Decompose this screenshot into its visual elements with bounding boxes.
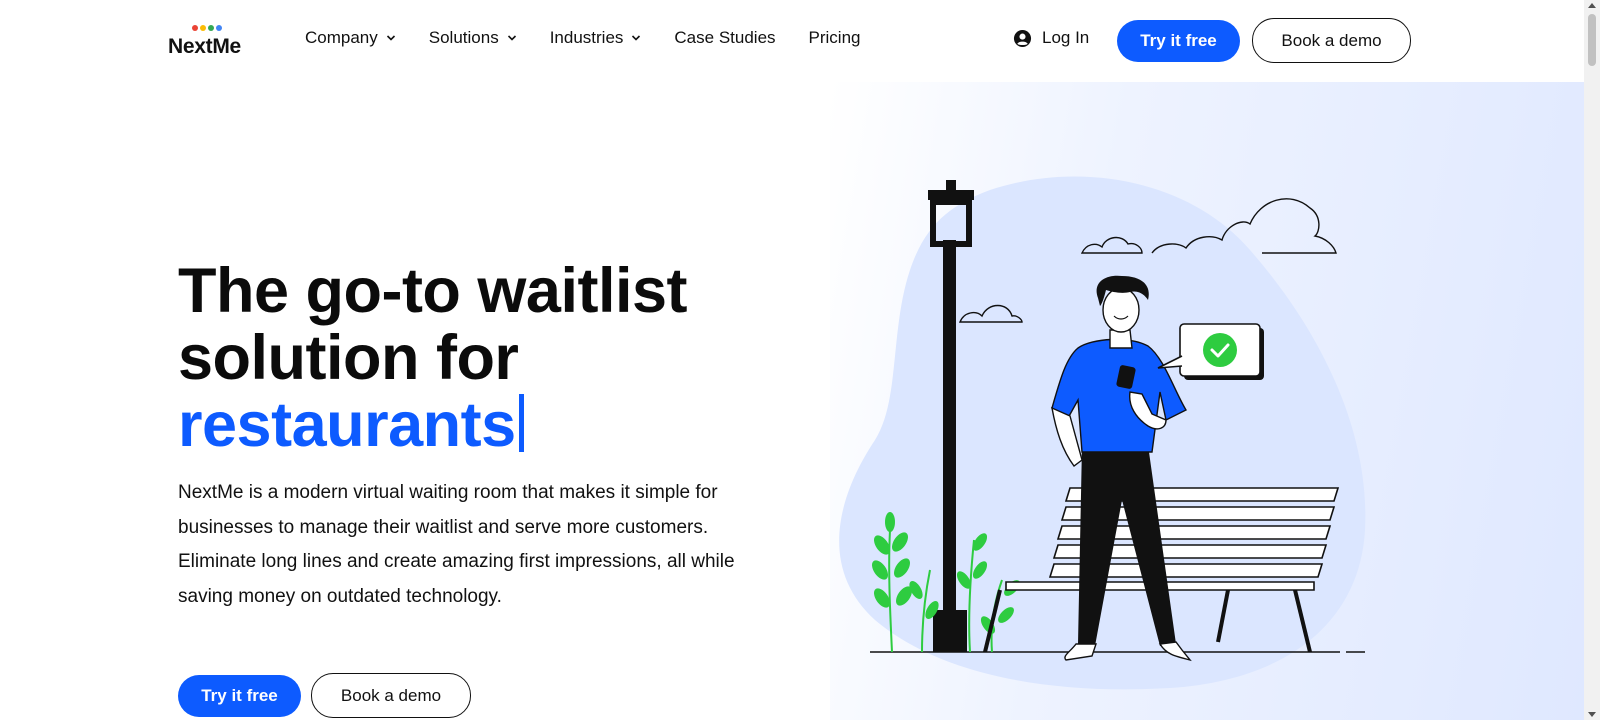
page-scrollbar[interactable] bbox=[1584, 0, 1600, 720]
typing-cursor bbox=[518, 394, 524, 452]
nav-company[interactable]: Company bbox=[305, 28, 396, 48]
main-nav: Company Solutions Industries Case Studie… bbox=[305, 28, 894, 48]
user-circle-icon bbox=[1013, 29, 1032, 47]
nav-industries-label: Industries bbox=[549, 28, 624, 47]
hero-try-free-button[interactable]: Try it free bbox=[178, 675, 301, 717]
nav-company-label: Company bbox=[305, 28, 378, 47]
scroll-thumb[interactable] bbox=[1588, 14, 1596, 66]
header-try-free-button[interactable]: Try it free bbox=[1117, 20, 1240, 62]
check-icon bbox=[1203, 333, 1237, 367]
scroll-down-arrow[interactable] bbox=[1588, 712, 1596, 717]
nav-solutions[interactable]: Solutions bbox=[429, 28, 517, 48]
logo-dots bbox=[192, 25, 222, 31]
headline-line-2: solution for bbox=[178, 323, 519, 393]
header-book-demo-button[interactable]: Book a demo bbox=[1252, 18, 1411, 63]
hero-description: NextMe is a modern virtual waiting room … bbox=[178, 482, 735, 607]
headline-line-1: The go-to waitlist bbox=[178, 256, 687, 326]
nav-industries[interactable]: Industries bbox=[550, 28, 642, 48]
chevron-down-icon bbox=[386, 35, 395, 41]
hero-headline: The go-to waitlist solution for restaura… bbox=[178, 258, 798, 459]
scroll-up-arrow[interactable] bbox=[1588, 3, 1596, 8]
logo-text: NextMe bbox=[168, 35, 241, 58]
nav-solutions-label: Solutions bbox=[428, 28, 499, 47]
chevron-down-icon bbox=[632, 35, 641, 41]
hero-book-demo-button[interactable]: Book a demo bbox=[311, 673, 471, 718]
site-header: NextMe Company Solutions Industries Case… bbox=[0, 0, 1584, 82]
login-label: Log In bbox=[1042, 28, 1090, 47]
login-link[interactable]: Log In bbox=[1013, 28, 1089, 48]
nextme-logo[interactable]: NextMe bbox=[168, 22, 258, 62]
hero-illustration bbox=[839, 176, 1366, 690]
headline-accent-word: restaurants bbox=[178, 390, 516, 460]
nav-case-studies[interactable]: Case Studies bbox=[674, 28, 775, 48]
nav-pricing[interactable]: Pricing bbox=[809, 28, 861, 48]
chevron-down-icon bbox=[507, 35, 516, 41]
